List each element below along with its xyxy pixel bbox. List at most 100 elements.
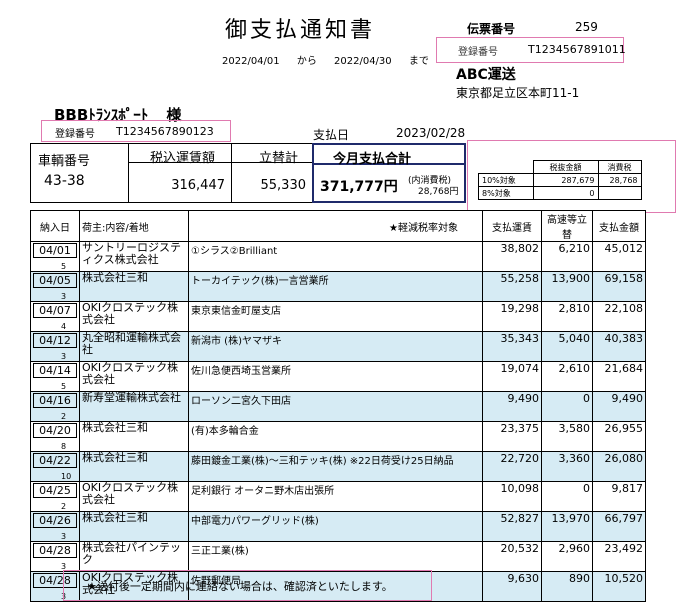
advance-value: 55,330	[260, 178, 307, 193]
row-toll: 6,210	[541, 241, 593, 272]
col-toll-header: 高速等立替	[541, 210, 593, 242]
row-index: 5	[61, 262, 67, 271]
vehicle-number: 43-38	[44, 173, 85, 189]
row-toll: 13,900	[541, 271, 593, 302]
row-fare: 22,720	[482, 451, 542, 482]
table-row: 04/25 2 OKIクロステック株式会社 足利銀行 オータニ野木店出張所 10,098…	[30, 481, 646, 512]
row-date-cell: 04/28 3	[30, 541, 80, 572]
payment-date-label: 支払日	[313, 128, 350, 142]
row-shipper: 株式会社パインテック	[79, 541, 189, 572]
row-date-cell: 04/12 3	[30, 331, 80, 362]
payment-date: 2023/02/28	[396, 126, 466, 140]
total-value: 371,777円	[320, 179, 398, 195]
table-row: 04/16 2 新寿堂運輸株式会社 ローソン二宮久下田店 9,490 0 9,490	[30, 391, 646, 422]
row-destination: (有)本多輪合金	[188, 421, 483, 452]
table-row: 04/28 3 株式会社パインテック 三正工業(株) 20,532 2,960 23,492	[30, 541, 646, 572]
document-title: 御支払通知書	[225, 18, 376, 43]
row-shipper: OKIクロステック株式会社	[79, 361, 189, 392]
row-date-cell: 04/25 2	[30, 481, 80, 512]
row-fare: 19,298	[482, 301, 542, 332]
billing-period: 2022/04/01 から 2022/04/30 まで	[222, 52, 443, 67]
row-amount: 66,797	[592, 511, 646, 542]
row-toll: 3,580	[541, 421, 593, 452]
tax-row-base: 287,679	[532, 173, 599, 187]
row-date-cell: 04/14 5	[30, 361, 80, 392]
row-date: 04/25	[33, 483, 77, 498]
row-destination: 佐川急便西埼玉営業所	[188, 361, 483, 392]
row-destination: 三正工業(株)	[188, 541, 483, 572]
row-amount: 69,158	[592, 271, 646, 302]
row-shipper: 株式会社三和	[79, 451, 189, 482]
col-shipper-header: 荷主:内容/着地	[79, 210, 189, 242]
recipient-registration-label: 登録番号	[55, 129, 95, 140]
table-row: 04/05 3 株式会社三和 トーカイテック(株)一言営業所 55,258 13,900 6…	[30, 271, 646, 302]
row-index: 10	[61, 472, 72, 481]
row-toll: 3,360	[541, 451, 593, 482]
row-date: 04/14	[33, 363, 77, 378]
row-date-cell: 04/26 3	[30, 511, 80, 542]
col-reduced-header: ★軽減税率対象	[188, 210, 483, 242]
row-fare: 52,827	[482, 511, 542, 542]
tax-amount: 28,768円	[418, 187, 459, 197]
row-amount: 23,492	[592, 541, 646, 572]
row-shipper: 丸全昭和運輸株式会社	[79, 331, 189, 362]
tax-row-tax	[597, 186, 642, 200]
row-toll: 5,040	[541, 331, 593, 362]
row-index: 3	[61, 532, 67, 541]
slip-number: 259	[575, 20, 598, 34]
row-shipper: 株式会社三和	[79, 271, 189, 302]
row-amount: 40,383	[592, 331, 646, 362]
row-toll: 2,610	[541, 361, 593, 392]
fare-value: 316,447	[171, 178, 225, 193]
table-row: 04/01 5 サントリーロジスティクス株式会社 ①シラス②Brilliant 38,8…	[30, 241, 646, 272]
row-date: 04/05	[33, 273, 77, 288]
row-date: 04/01	[33, 243, 77, 258]
row-date-cell: 04/01 5	[30, 241, 80, 272]
period-to: 2022/04/30	[334, 56, 392, 67]
row-date-cell: 04/22 10	[30, 451, 80, 482]
row-fare: 20,532	[482, 541, 542, 572]
row-amount: 26,080	[592, 451, 646, 482]
advance-label: 立替計	[259, 151, 299, 166]
table-row: 04/14 5 OKIクロステック株式会社 佐川急便西埼玉営業所 19,074 2,610…	[30, 361, 646, 392]
footer-note: ★送付後一定期間内に連絡ない場合は、確認済といたします。	[87, 580, 393, 593]
row-toll: 0	[541, 481, 593, 512]
row-fare: 38,802	[482, 241, 542, 272]
row-toll: 2,810	[541, 301, 593, 332]
row-index: 3	[61, 352, 67, 361]
row-date-cell: 04/07 4	[30, 301, 80, 332]
row-destination: 足利銀行 オータニ野木店出張所	[188, 481, 483, 512]
tax-head-base: 税抜金額	[532, 160, 599, 174]
table-row: 04/22 10 株式会社三和 藤田鍍金工業(株)～三和テッキ(株) ※22日荷受け2…	[30, 451, 646, 482]
row-index: 3	[61, 292, 67, 301]
row-destination: 藤田鍍金工業(株)～三和テッキ(株) ※22日荷受け25日納品	[188, 451, 483, 482]
row-amount: 9,817	[592, 481, 646, 512]
row-fare: 9,630	[482, 571, 542, 602]
row-fare: 10,098	[482, 481, 542, 512]
period-from: 2022/04/01	[222, 56, 280, 67]
row-date: 04/26	[33, 513, 77, 528]
col-fare-header: 支払運賃	[482, 210, 542, 242]
row-amount: 10,520	[592, 571, 646, 602]
row-date: 04/12	[33, 333, 77, 348]
col-amount-header: 支払金額	[592, 210, 646, 242]
row-index: 4	[61, 322, 67, 331]
table-row: 04/26 3 株式会社三和 中部電力パワーグリッド(株) 52,827 13,970 66…	[30, 511, 646, 542]
row-amount: 22,108	[592, 301, 646, 332]
total-label: 今月支払合計	[333, 152, 412, 167]
row-toll: 890	[541, 571, 593, 602]
row-date: 04/28	[33, 543, 77, 558]
row-amount: 21,684	[592, 361, 646, 392]
fare-label: 税込運賃額	[150, 151, 216, 166]
row-amount: 26,955	[592, 421, 646, 452]
period-to-word: まで	[408, 56, 429, 67]
slip-number-label: 伝票番号	[467, 22, 516, 36]
row-fare: 19,074	[482, 361, 542, 392]
table-row: 04/20 8 株式会社三和 (有)本多輪合金 23,375 3,580 26,955	[30, 421, 646, 452]
row-shipper: 新寿堂運輸株式会社	[79, 391, 189, 422]
row-index: 5	[61, 382, 67, 391]
table-row: 04/12 3 丸全昭和運輸株式会社 新潟市 (株)ヤマザキ 35,343 5,040 40…	[30, 331, 646, 362]
row-shipper: 株式会社三和	[79, 421, 189, 452]
row-toll: 2,960	[541, 541, 593, 572]
row-date: 04/07	[33, 303, 77, 318]
